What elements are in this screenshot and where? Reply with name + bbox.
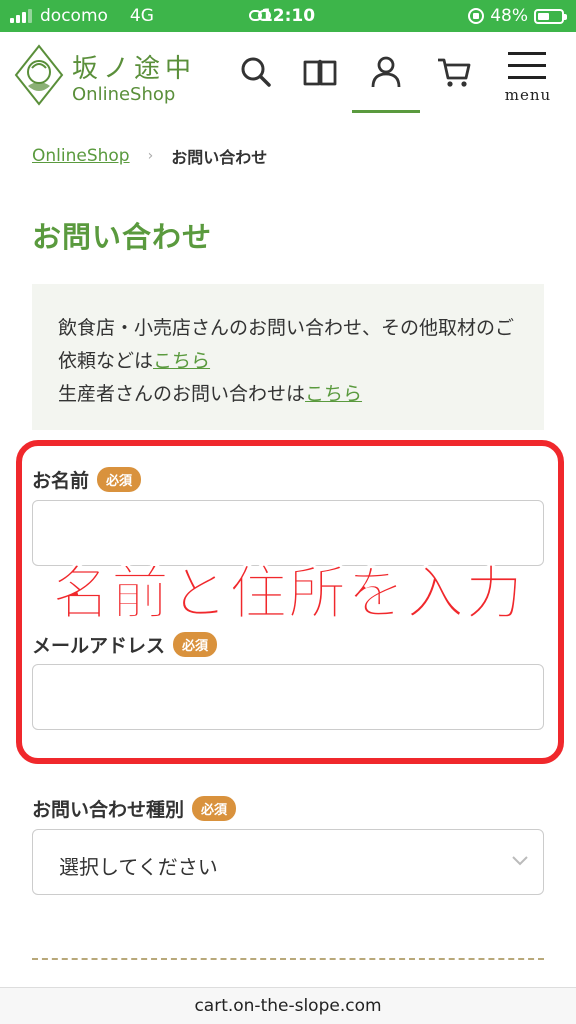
inquiry-type-value: 選択してください xyxy=(59,855,218,879)
notice-box: 飲食店・小売店さんのお問い合わせ、その他取材のご依頼などはこちら 生産者さんのお… xyxy=(32,284,544,430)
inquiry-type-select[interactable]: 選択してください xyxy=(32,829,544,895)
account-button[interactable] xyxy=(364,50,408,94)
email-input[interactable] xyxy=(32,664,544,730)
required-badge: 必須 xyxy=(192,796,237,821)
battery-percent: 48% xyxy=(490,6,528,26)
reading-button[interactable] xyxy=(298,50,342,94)
logo-text-jp[interactable]: 坂ノ途中 xyxy=(72,48,196,85)
status-bar: docomo 4G 12:10 48% xyxy=(0,0,576,32)
notice-line-1-text: 飲食店・小売店さんのお問い合わせ、その他取材のご依頼などは xyxy=(58,317,515,372)
inquiry-type-label: お問い合わせ種別 必須 xyxy=(32,795,237,822)
breadcrumb-current: お問い合わせ xyxy=(171,148,268,167)
notice-link-producer[interactable]: こちら xyxy=(305,383,362,405)
name-label: お名前 必須 xyxy=(32,466,142,493)
site-header: 坂ノ途中 OnlineShop menu xyxy=(0,32,576,116)
required-badge: 必須 xyxy=(97,467,142,492)
name-label-text: お名前 xyxy=(32,470,90,492)
notice-line-2-text: 生産者さんのお問い合わせは xyxy=(58,383,306,405)
email-label-text: メールアドレス xyxy=(32,635,166,657)
search-button[interactable] xyxy=(234,50,278,94)
browser-url-bar[interactable]: cart.on-the-slope.com xyxy=(0,987,576,1024)
search-icon xyxy=(241,57,271,87)
hamburger-icon xyxy=(508,52,546,55)
cart-button[interactable] xyxy=(432,50,476,94)
required-badge: 必須 xyxy=(173,632,218,657)
menu-label: menu xyxy=(504,86,552,104)
section-divider xyxy=(32,958,544,960)
menu-button[interactable]: menu xyxy=(500,46,556,106)
breadcrumb: OnlineShop › お問い合わせ xyxy=(32,144,267,168)
active-tab-indicator xyxy=(352,110,420,113)
page-title: お問い合わせ xyxy=(32,220,213,254)
logo-text-en[interactable]: OnlineShop xyxy=(72,84,175,105)
book-icon xyxy=(303,59,337,86)
cart-icon xyxy=(438,58,471,87)
hamburger-icon-bar xyxy=(508,76,546,79)
rotation-lock-icon xyxy=(468,8,485,24)
breadcrumb-home-link[interactable]: OnlineShop xyxy=(32,146,130,166)
battery-icon xyxy=(534,8,567,24)
breadcrumb-separator-icon: › xyxy=(147,148,154,164)
inquiry-type-label-text: お問い合わせ種別 xyxy=(32,799,185,821)
url-text: cart.on-the-slope.com xyxy=(194,996,382,1016)
name-input[interactable] xyxy=(32,500,544,566)
notice-link-retail[interactable]: こちら xyxy=(153,350,210,372)
email-label: メールアドレス 必須 xyxy=(32,631,218,658)
user-icon xyxy=(371,56,401,88)
logo-emblem-icon[interactable] xyxy=(14,44,64,106)
hamburger-icon-bar xyxy=(508,64,546,67)
chevron-down-icon xyxy=(512,856,528,866)
notice-line-2: 生産者さんのお問い合わせはこちら xyxy=(58,378,518,411)
notice-line-1: 飲食店・小売店さんのお問い合わせ、その他取材のご依頼などはこちら xyxy=(58,312,518,378)
